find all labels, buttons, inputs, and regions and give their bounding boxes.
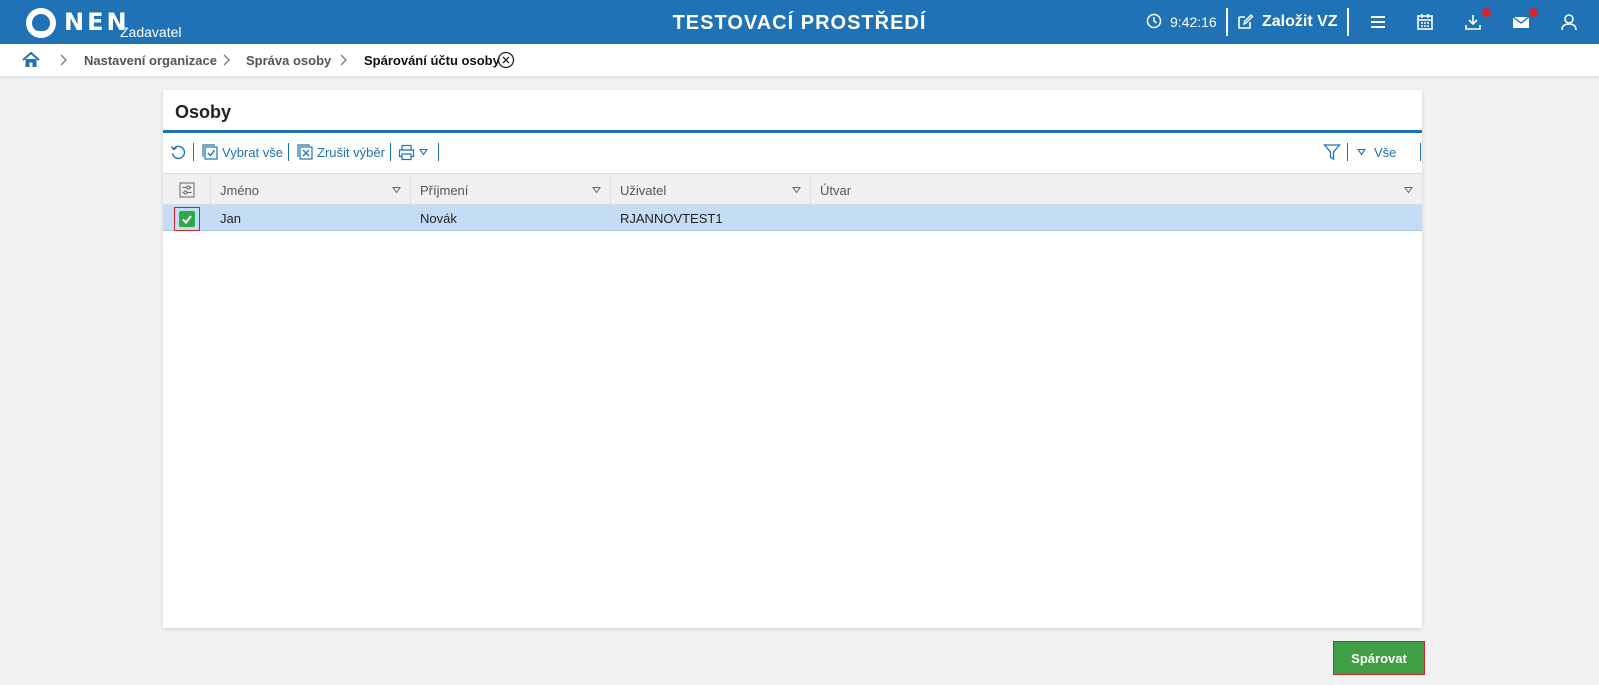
logo-subtitle: Zadavatel	[120, 24, 182, 40]
sort-triangle-icon[interactable]	[1404, 186, 1413, 194]
home-icon[interactable]	[22, 51, 40, 69]
grid-toolbar: Vybrat vše Zrušit výběr Vše	[163, 138, 1422, 166]
column-header-label: Útvar	[820, 183, 852, 198]
breadcrumb-item-person-management[interactable]: Správa osoby	[246, 53, 331, 68]
print-button[interactable]	[398, 141, 428, 163]
cell-user: RJANNOVTEST1	[620, 211, 723, 226]
select-all-icon	[202, 144, 218, 160]
filter-all-label: Vše	[1374, 144, 1397, 160]
new-tender-button[interactable]: Založit VZ	[1236, 8, 1338, 36]
table-row[interactable]: Jan Novák RJANNOVTEST1	[163, 205, 1422, 231]
cell-first-name: Jan	[220, 211, 241, 226]
toolbar-divider	[390, 143, 391, 161]
persons-panel: Osoby Vybrat vše Zrušit výběr Vše Jméno …	[163, 90, 1422, 628]
row-select-checkbox[interactable]	[174, 207, 200, 231]
column-settings-cell	[163, 174, 211, 204]
panel-title: Osoby	[175, 102, 232, 122]
session-clock: 9:42:16	[1170, 14, 1217, 30]
toolbar-divider	[1347, 143, 1348, 161]
top-bar: NEN Zadavatel TESTOVACÍ PROSTŘEDÍ 9:42:1…	[0, 0, 1599, 44]
user-icon[interactable]	[1559, 12, 1579, 32]
chevron-down-icon	[419, 148, 428, 156]
toolbar-divider	[288, 143, 289, 161]
sort-triangle-icon[interactable]	[792, 186, 801, 194]
chevron-right-icon	[223, 54, 230, 66]
new-tender-label: Založit VZ	[1262, 13, 1338, 30]
column-header-user[interactable]: Uživatel	[611, 174, 811, 204]
panel-title-underline	[163, 130, 1422, 133]
download-notification-badge	[1482, 8, 1491, 17]
breadcrumb: Nastavení organizace Správa osoby Spárov…	[0, 44, 1599, 76]
mail-notification-badge	[1529, 8, 1538, 17]
toolbar-divider	[1420, 143, 1421, 161]
select-all-label: Vybrat vše	[222, 144, 283, 160]
filter-all-dropdown[interactable]: Vše	[1357, 141, 1396, 163]
edit-icon	[1238, 14, 1254, 29]
filter-icon	[1323, 144, 1341, 161]
pair-button-label: Spárovat	[1351, 650, 1407, 666]
refresh-button[interactable]	[170, 141, 187, 163]
clear-selection-icon	[297, 144, 313, 160]
chevron-right-icon	[340, 54, 347, 66]
cell-last-name: Novák	[420, 211, 457, 226]
printer-icon	[398, 144, 415, 160]
clear-selection-button[interactable]: Zrušit výběr	[297, 141, 385, 163]
column-settings-icon[interactable]	[179, 182, 195, 198]
breadcrumb-item-current: Spárování účtu osoby	[364, 53, 500, 68]
header-divider	[1347, 8, 1349, 36]
checkmark-icon	[182, 215, 192, 225]
column-header-label: Jméno	[220, 183, 260, 198]
environment-title: TESTOVACÍ PROSTŘEDÍ	[672, 12, 927, 34]
download-icon[interactable]	[1463, 12, 1483, 32]
menu-icon[interactable]	[1368, 12, 1388, 32]
chevron-down-icon	[1357, 148, 1366, 156]
refresh-icon	[170, 145, 186, 159]
checkbox-checked	[179, 211, 195, 227]
column-header-department[interactable]: Útvar	[811, 174, 1422, 204]
header-divider	[1226, 8, 1228, 36]
column-header-label: Příjmení	[420, 183, 469, 198]
close-icon[interactable]	[497, 51, 515, 69]
chevron-right-icon	[60, 54, 67, 66]
column-header-label: Uživatel	[620, 183, 667, 198]
sort-triangle-icon[interactable]	[592, 186, 601, 194]
pair-button[interactable]: Spárovat	[1333, 641, 1425, 675]
mail-icon[interactable]	[1511, 12, 1531, 32]
filter-button[interactable]	[1323, 141, 1341, 163]
persons-table: Jméno Příjmení Uživatel Útvar Jan Novák …	[163, 173, 1422, 231]
sort-triangle-icon[interactable]	[392, 186, 401, 194]
toolbar-divider	[438, 143, 439, 161]
clock-icon	[1146, 13, 1162, 29]
toolbar-divider	[193, 143, 194, 161]
nen-logo-icon[interactable]	[24, 6, 58, 40]
clear-selection-label: Zrušit výběr	[317, 144, 385, 160]
select-all-button[interactable]: Vybrat vše	[202, 141, 283, 163]
calendar-icon[interactable]	[1415, 12, 1435, 32]
column-header-last-name[interactable]: Příjmení	[411, 174, 611, 204]
column-header-first-name[interactable]: Jméno	[211, 174, 411, 204]
table-header: Jméno Příjmení Uživatel Útvar	[163, 173, 1422, 205]
breadcrumb-item-organization-settings[interactable]: Nastavení organizace	[84, 53, 217, 68]
